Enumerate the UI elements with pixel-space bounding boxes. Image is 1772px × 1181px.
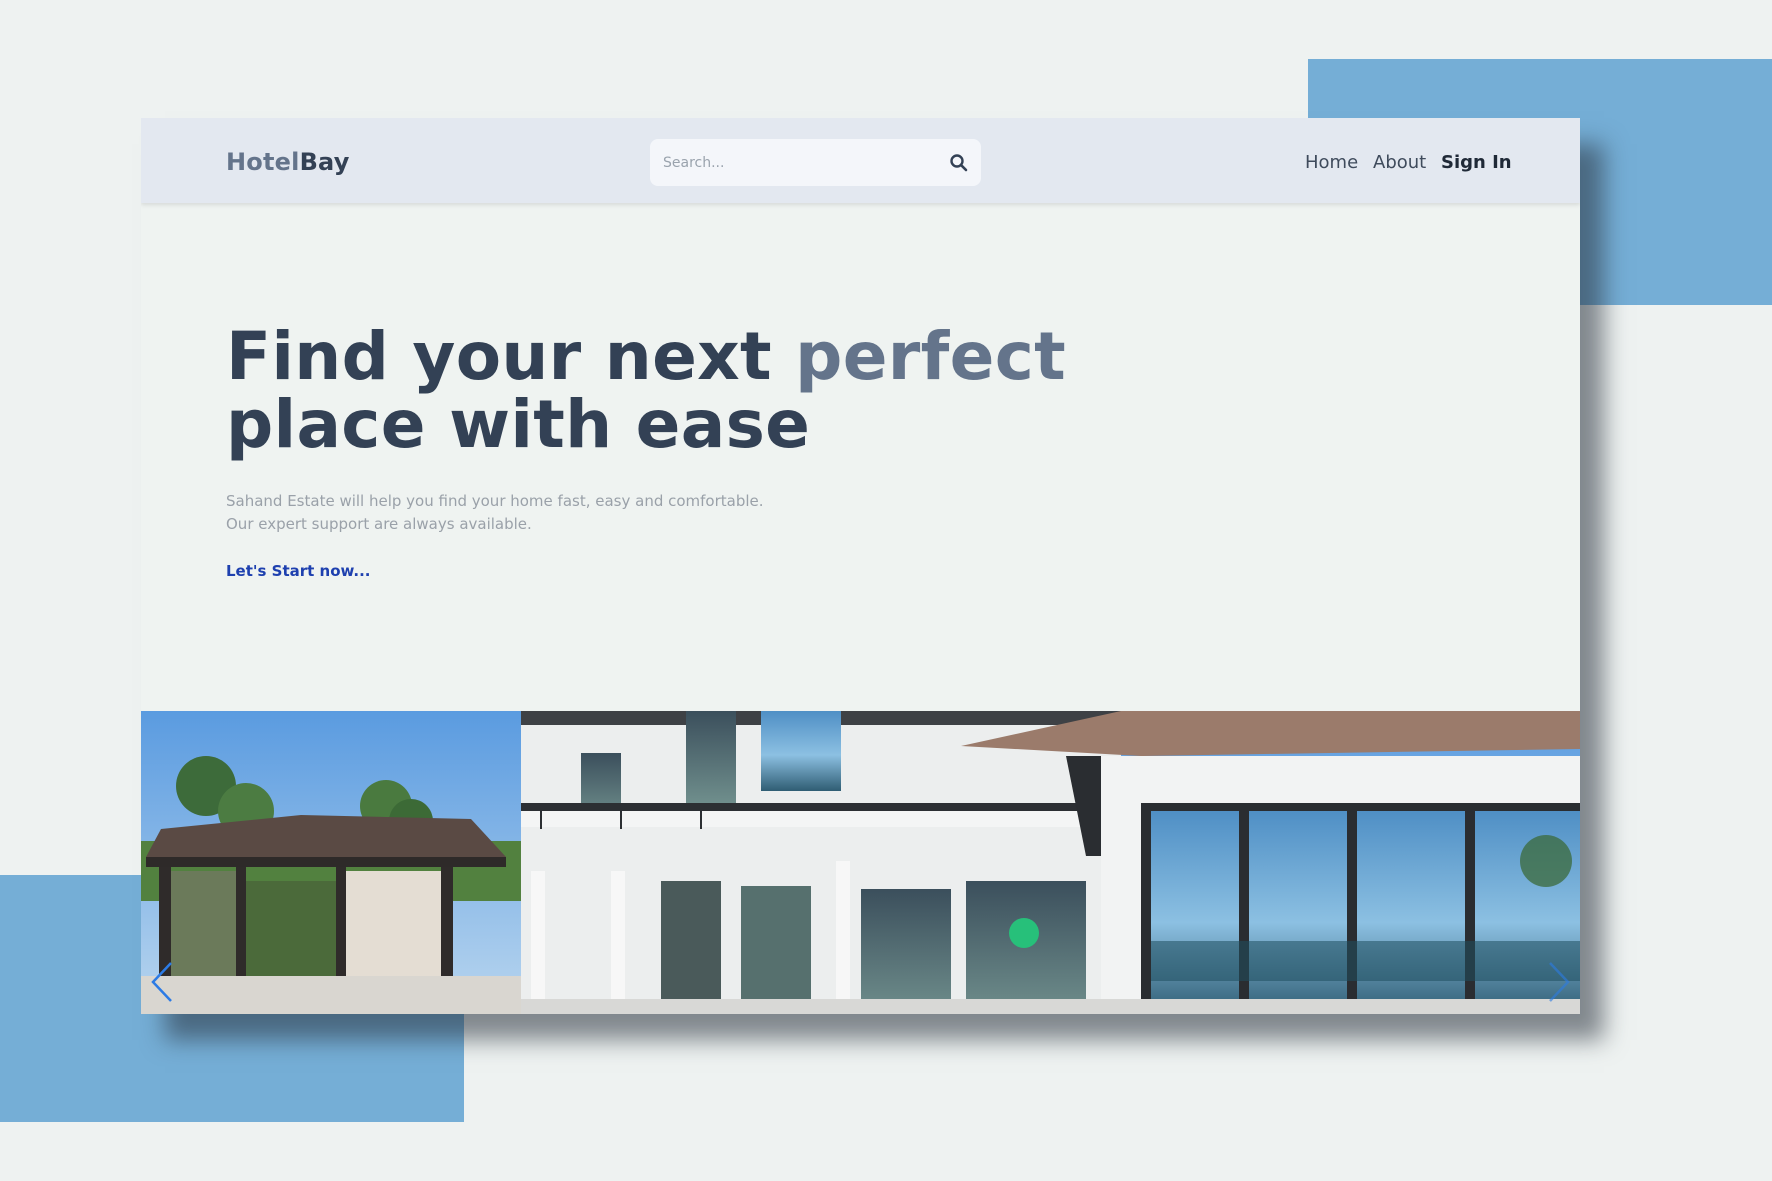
search-box — [650, 139, 981, 186]
navbar: HotelBay Home About Sign In — [141, 118, 1580, 203]
hero-subtitle: Sahand Estate will help you find your ho… — [226, 490, 764, 536]
search-input[interactable] — [650, 139, 940, 186]
nav-link-about[interactable]: About — [1373, 152, 1426, 173]
chevron-left-icon[interactable] — [149, 961, 175, 1003]
logo[interactable]: HotelBay — [226, 148, 350, 176]
nav-link-sign-in[interactable]: Sign In — [1441, 152, 1512, 173]
hero-title-accent: perfect — [795, 318, 1066, 395]
hero-title-main: Find your next — [226, 318, 796, 395]
logo-part-hotel: Hotel — [226, 148, 300, 176]
chevron-right-icon[interactable] — [1546, 961, 1572, 1003]
nav-link-home[interactable]: Home — [1305, 152, 1358, 173]
hero-title: Find your next perfect place with ease — [226, 323, 1066, 459]
search-icon[interactable] — [949, 153, 969, 173]
house-photo — [141, 711, 1580, 1014]
start-now-link[interactable]: Let's Start now... — [226, 562, 371, 580]
hero-subtitle-line1: Sahand Estate will help you find your ho… — [226, 492, 764, 510]
image-slider — [141, 711, 1580, 1014]
hero-subtitle-line2: Our expert support are always available. — [226, 515, 532, 533]
hero-title-line2: place with ease — [226, 386, 811, 463]
logo-part-bay: Bay — [299, 148, 350, 176]
website-screenshot: HotelBay Home About Sign In Find your ne… — [141, 118, 1580, 1014]
